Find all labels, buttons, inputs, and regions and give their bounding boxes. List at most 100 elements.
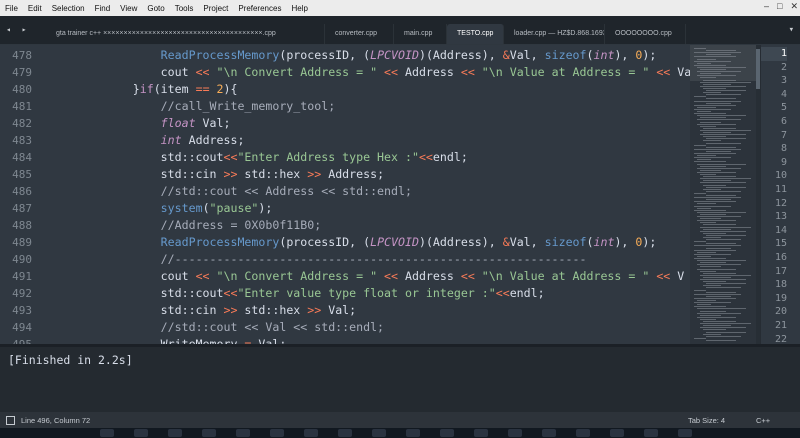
taskbar-app-icon[interactable]: [168, 429, 182, 437]
taskbar-app-icon[interactable]: [508, 429, 522, 437]
menu-item-edit[interactable]: Edit: [23, 4, 47, 13]
taskbar-app-icon[interactable]: [100, 429, 114, 437]
code-line[interactable]: //std::cout << Val << std::endl;: [42, 319, 384, 336]
minimap-line: [706, 295, 731, 297]
taskbar-app-icon[interactable]: [236, 429, 250, 437]
code-line[interactable]: //call_Write_memory_tool;: [42, 98, 336, 115]
tab-overflow-icon[interactable]: ▾: [789, 25, 794, 35]
code-line[interactable]: std::cin >> std::hex >> Val;: [42, 302, 356, 319]
minimap-line: [694, 306, 726, 308]
minimap-line: [694, 253, 731, 255]
minimap-line: [703, 83, 731, 85]
close-icon[interactable]: ✕: [790, 1, 798, 12]
menu-item-selection[interactable]: Selection: [47, 4, 90, 13]
tab-nav-arrows-icon[interactable]: ◂ ▸: [6, 25, 29, 34]
code-line[interactable]: WriteMemory = Val;: [42, 336, 287, 344]
second-editor-pane[interactable]: 1 2 3 4 5 6 7 8 9 10 11 12 13 14 15 16 17 18 19 20 21 22: [760, 45, 800, 345]
minimap-line: [697, 260, 746, 262]
taskbar-app-icon[interactable]: [678, 429, 692, 437]
minimap-line: [703, 232, 726, 234]
minimap-line: [694, 249, 736, 251]
minimap-line: [694, 100, 741, 102]
minimap[interactable]: [690, 45, 756, 344]
pane-line-number: 14: [774, 224, 787, 236]
code-line[interactable]: std::cin >> std::hex >> Address;: [42, 166, 384, 183]
menu-item-tools[interactable]: Tools: [170, 4, 199, 13]
taskbar-app-icon[interactable]: [270, 429, 284, 437]
menu-item-project[interactable]: Project: [198, 4, 233, 13]
tab-5[interactable]: OOOOOOOO.cpp: [605, 24, 686, 44]
code-line[interactable]: //Address = 0X0b0f11B0;: [42, 217, 322, 234]
minimap-line: [697, 203, 716, 205]
tab-size-indicator[interactable]: Tab Size: 4: [688, 416, 725, 425]
code-line[interactable]: ReadProcessMemory(processID, (LPCVOID)(A…: [42, 234, 657, 251]
taskbar-app-icon[interactable]: [576, 429, 590, 437]
tab-4[interactable]: loader.cpp — HZ$D.868.1693: [504, 24, 605, 44]
taskbar-app-icon[interactable]: [644, 429, 658, 437]
tab-3[interactable]: TESTO.cpp: [447, 24, 504, 44]
pane-line-number: 15: [774, 238, 787, 250]
menu-item-help[interactable]: Help: [286, 4, 312, 13]
maximize-icon[interactable]: □: [777, 1, 782, 12]
code-editor[interactable]: 478 479 480 481 482 483 484 485 486 487 488 489 490 4…: [0, 45, 760, 419]
taskbar-app-icon[interactable]: [406, 429, 420, 437]
minimap-line: [694, 258, 726, 259]
minimize-icon[interactable]: –: [764, 1, 769, 12]
minimap-line: [703, 188, 721, 190]
minimap-line: [700, 121, 721, 123]
minimap-line: [706, 335, 741, 337]
menu-item-goto[interactable]: Goto: [142, 4, 169, 13]
tab-2[interactable]: main.cpp: [394, 24, 447, 44]
code-line[interactable]: }if(item == 2){: [42, 81, 238, 98]
taskbar-app-icon[interactable]: [338, 429, 352, 437]
minimap-line: [706, 142, 741, 144]
minimap-line: [694, 108, 731, 110]
build-output-panel[interactable]: [Finished in 2.2s]: [0, 344, 800, 415]
minimap-line: [700, 318, 716, 320]
code-line[interactable]: cout << "\n Convert Address = " << Addre…: [42, 268, 685, 285]
code-line[interactable]: ReadProcessMemory(processID, (LPCVOID)(A…: [42, 47, 657, 64]
taskbar-app-icon[interactable]: [542, 429, 556, 437]
syntax-indicator[interactable]: C++: [756, 416, 770, 425]
taskbar-app-icon[interactable]: [440, 429, 454, 437]
menu-item-find[interactable]: Find: [90, 4, 116, 13]
code-line[interactable]: std::cout<<"Enter Address type Hex :"<<e…: [42, 149, 468, 166]
minimap-line: [697, 111, 711, 112]
code-line[interactable]: //std::cout << Address << std::endl;: [42, 183, 412, 200]
taskbar-app-icon[interactable]: [372, 429, 386, 437]
minimap-line: [706, 199, 731, 201]
os-taskbar: [0, 428, 800, 438]
build-output-text: [Finished in 2.2s]: [8, 353, 133, 367]
minimap-line: [700, 134, 746, 136]
minimap-line: [703, 333, 721, 335]
menu-item-file[interactable]: File: [0, 4, 23, 13]
code-line[interactable]: system("pause");: [42, 200, 273, 217]
code-area[interactable]: ReadProcessMemory(processID, (LPCVOID)(A…: [0, 45, 690, 344]
tab-1[interactable]: converter.cpp: [325, 24, 394, 44]
code-line[interactable]: //--------------------------------------…: [42, 251, 587, 268]
taskbar-app-icon[interactable]: [202, 429, 216, 437]
code-line[interactable]: int Address;: [42, 132, 245, 149]
minimap-line: [697, 75, 736, 77]
minimap-line: [697, 251, 716, 253]
tab-0[interactable]: gta trainer c++ ××××××××××××××××××××××××…: [46, 24, 325, 44]
code-line[interactable]: float Val;: [42, 115, 231, 132]
taskbar-app-icon[interactable]: [610, 429, 624, 437]
minimap-line: [706, 339, 736, 341]
minimap-line: [694, 153, 736, 154]
taskbar-app-icon[interactable]: [134, 429, 148, 437]
minimap-line: [703, 92, 721, 94]
minimap-line: [700, 222, 716, 224]
minimap-line: [697, 216, 741, 217]
code-line[interactable]: cout << "\n Convert Address = " << Addre…: [42, 64, 690, 81]
panel-toggle-icon[interactable]: [6, 416, 15, 425]
minimap-line: [700, 314, 721, 316]
minimap-line: [697, 171, 736, 173]
code-line[interactable]: std::cout<<"Enter value type float or in…: [42, 285, 545, 302]
menu-item-preferences[interactable]: Preferences: [233, 4, 286, 13]
taskbar-app-icon[interactable]: [304, 429, 318, 437]
menu-item-view[interactable]: View: [115, 4, 142, 13]
taskbar-app-icon[interactable]: [474, 429, 488, 437]
pane-line-number: 10: [774, 170, 787, 182]
minimap-line: [703, 127, 736, 129]
